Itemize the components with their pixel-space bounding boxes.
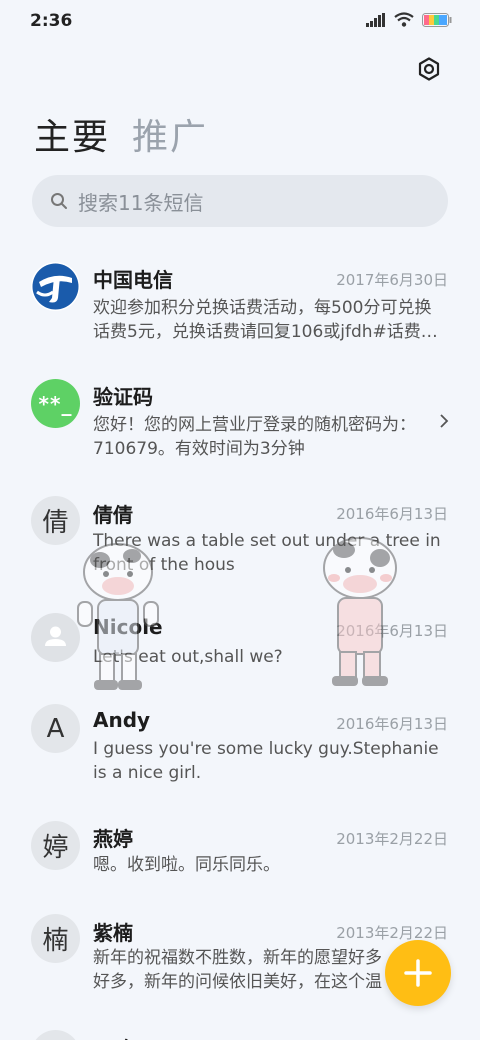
message-date: 2013年2月22日: [336, 830, 448, 848]
new-message-button[interactable]: [385, 940, 451, 1006]
message-date: 2013年2月22日: [336, 924, 448, 942]
tab-promotions[interactable]: 推广: [132, 108, 208, 160]
tab-bar: 主要 推广: [34, 108, 208, 160]
tab-primary[interactable]: 主要: [34, 108, 110, 160]
avatar: A: [31, 704, 80, 753]
avatar: **_: [31, 379, 80, 428]
conversation-item[interactable]: 婷 燕婷 2013年2月22日 嗯。收到啦。同乐同乐。: [0, 818, 480, 898]
message-preview: 新年的祝福数不胜数，新年的愿望好多好多，新年的问候依旧美好，在这个温馨的时刻: [93, 948, 382, 992]
message-date: 2016年6月13日: [336, 715, 448, 733]
contact-name: 燕婷: [93, 827, 133, 851]
contact-name: 倩倩: [93, 503, 133, 527]
status-time: 2:36: [30, 11, 73, 31]
contact-name: 中国电信: [93, 268, 173, 292]
status-bar: 2:36: [0, 0, 480, 44]
message-date: 2017年6月30日: [336, 271, 448, 289]
cow-sticker-icon: [323, 537, 397, 686]
search-input[interactable]: 搜索11条短信: [32, 175, 448, 227]
avatar: 玲: [31, 1030, 80, 1040]
search-placeholder: 搜索11条短信: [78, 190, 204, 215]
conversation-item[interactable]: **_ 验证码 您好！您的网上营业厅登录的随机密码为：710679。有效时间为3…: [0, 375, 480, 475]
status-icons: [366, 12, 452, 27]
wifi-icon: [394, 12, 414, 27]
search-icon: [51, 193, 67, 209]
battery-icon: [422, 12, 452, 27]
cow-sticker-icon: [77, 543, 159, 690]
message-date: 2016年6月13日: [336, 505, 448, 523]
conversation-item[interactable]: 玲 子玲: [0, 1028, 480, 1040]
signal-icon: [366, 12, 385, 27]
contact-name: 验证码: [93, 385, 153, 409]
plus-icon: [404, 959, 432, 987]
settings-icon: [418, 57, 440, 81]
conversation-item[interactable]: A Andy 2016年6月13日 I guess you're some lu…: [0, 703, 480, 803]
message-preview: 欢迎参加积分兑换话费活动，每500分可兑换话费5元，兑换话费请回复106或jfd…: [93, 298, 438, 342]
avatar: 楠: [31, 914, 80, 963]
message-preview: 您好！您的网上营业厅登录的随机密码为：710679。有效时间为3分钟: [93, 415, 416, 459]
contact-name: 子玲: [93, 1033, 133, 1040]
telecom-logo-icon: [31, 262, 80, 311]
conversation-item[interactable]: 中国电信 2017年6月30日 欢迎参加积分兑换话费活动，每500分可兑换话费5…: [0, 258, 480, 358]
settings-button[interactable]: [414, 54, 444, 84]
message-preview: 嗯。收到啦。同乐同乐。: [93, 855, 280, 875]
avatar: 婷: [31, 821, 80, 870]
message-preview: I guess you're some lucky guy.Stephanie …: [93, 739, 439, 783]
contact-name: 紫楠: [93, 921, 133, 945]
chevron-right-icon: [440, 414, 449, 428]
contact-name: Andy: [93, 708, 151, 732]
